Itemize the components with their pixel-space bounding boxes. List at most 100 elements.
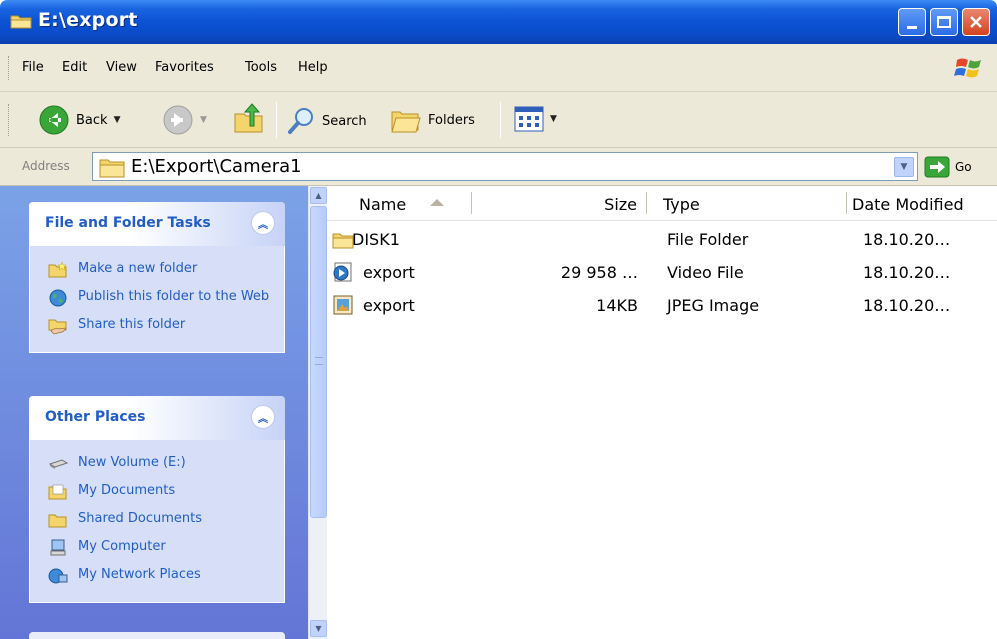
menu-tools[interactable]: Tools: [245, 60, 277, 75]
place-label: New Volume (E:): [78, 455, 186, 470]
file-name: export: [363, 263, 415, 282]
minimize-icon: [907, 25, 917, 29]
address-bar: Address E:\Export\Camera1 ▼ Go: [0, 148, 997, 186]
details-panel-edge: [29, 632, 285, 639]
place-label: Shared Documents: [78, 511, 203, 526]
file-row[interactable]: DISK1 File Folder 18.10.20…: [327, 223, 997, 257]
shared-folder-icon: [48, 514, 67, 528]
forward-dropdown-icon[interactable]: ▼: [200, 115, 207, 125]
address-value: E:\Export\Camera1: [131, 156, 302, 177]
window-title: E:\export: [38, 9, 138, 31]
folder-icon: [99, 159, 125, 178]
scroll-grip-icon: [315, 357, 323, 365]
task-make-new-folder[interactable]: Make a new folder: [30, 256, 284, 284]
menu-edit[interactable]: Edit: [62, 60, 87, 75]
chevron-up-icon: ▲: [315, 191, 322, 200]
file-size: 29 958 …: [560, 263, 638, 282]
back-dropdown-icon[interactable]: ▼: [114, 115, 121, 125]
file-name: DISK1: [352, 230, 400, 249]
column-header-type[interactable]: Type: [647, 186, 847, 221]
folder-icon: [332, 233, 354, 249]
task-pane: File and Folder Tasks ︽ Make a new folde…: [0, 186, 308, 639]
close-button[interactable]: [962, 8, 990, 36]
place-my-documents[interactable]: My Documents: [30, 478, 284, 506]
video-file-icon: [333, 262, 352, 282]
views-button[interactable]: ▼: [514, 106, 557, 132]
up-folder-button[interactable]: [232, 102, 266, 136]
minimize-button[interactable]: [898, 8, 926, 36]
menubar-grip[interactable]: [8, 56, 11, 80]
file-type: File Folder: [667, 230, 749, 249]
file-date: 18.10.20…: [863, 296, 951, 315]
toolbar-grip[interactable]: [8, 104, 11, 136]
file-folder-tasks-panel: File and Folder Tasks ︽ Make a new folde…: [29, 202, 285, 353]
go-arrow-icon: [924, 156, 950, 178]
folders-button[interactable]: Folders: [390, 106, 475, 134]
file-name: export: [363, 296, 415, 315]
forward-button[interactable]: ▼: [162, 104, 207, 136]
scroll-down-button[interactable]: ▼: [310, 620, 327, 637]
file-date: 18.10.20…: [863, 263, 951, 282]
forward-arrow-icon: [163, 105, 193, 135]
place-my-computer[interactable]: My Computer: [30, 534, 284, 562]
file-row[interactable]: export 14KB JPEG Image 18.10.20…: [327, 289, 997, 323]
menu-file[interactable]: File: [22, 60, 44, 75]
file-row[interactable]: export 29 958 … Video File 18.10.20…: [327, 256, 997, 290]
place-new-volume[interactable]: New Volume (E:): [30, 450, 284, 478]
panel-header[interactable]: File and Folder Tasks ︽: [29, 202, 285, 246]
back-label: Back: [76, 112, 108, 128]
back-button[interactable]: Back ▼: [38, 104, 120, 136]
search-label: Search: [322, 113, 367, 129]
other-places-panel: Other Places ︽ New Volume (E:) My Docume…: [29, 396, 285, 603]
views-icon: [514, 106, 544, 132]
views-dropdown-icon[interactable]: ▼: [550, 114, 557, 124]
collapse-button[interactable]: ︽: [251, 405, 275, 429]
network-places-icon: [48, 568, 68, 584]
sort-ascending-icon: [430, 199, 444, 206]
go-button[interactable]: Go: [924, 156, 972, 178]
place-label: My Documents: [78, 483, 176, 498]
standard-toolbar: Back ▼ ▼ Search Folders ▼: [0, 92, 997, 148]
panel-header[interactable]: Other Places ︽: [29, 396, 285, 440]
toolbar-separator: [500, 102, 501, 138]
place-label: My Computer: [78, 539, 166, 554]
address-dropdown-button[interactable]: ▼: [894, 157, 914, 177]
folder-icon: [10, 15, 32, 29]
drive-icon: [48, 459, 68, 469]
file-type: JPEG Image: [667, 296, 760, 315]
task-share-folder[interactable]: Share this folder: [30, 312, 284, 340]
task-publish-to-web[interactable]: Publish this folder to the Web: [30, 284, 284, 312]
address-field[interactable]: E:\Export\Camera1 ▼: [92, 152, 918, 181]
menu-help[interactable]: Help: [298, 60, 328, 75]
column-label: Type: [663, 195, 700, 214]
menu-favorites[interactable]: Favorites: [155, 60, 214, 75]
folders-icon: [391, 111, 421, 133]
scroll-thumb[interactable]: [310, 206, 327, 518]
my-computer-icon: [50, 539, 66, 556]
close-icon: [970, 16, 982, 28]
menu-view[interactable]: View: [106, 60, 137, 75]
task-label: Share this folder: [78, 317, 186, 332]
maximize-button[interactable]: [930, 8, 958, 36]
scroll-up-button[interactable]: ▲: [310, 187, 327, 204]
panel-title: Other Places: [45, 409, 146, 425]
column-header-date-modified[interactable]: Date Modified: [847, 186, 997, 221]
column-header-size[interactable]: Size: [472, 186, 647, 221]
address-label: Address: [22, 159, 70, 173]
task-label: Make a new folder: [78, 261, 198, 276]
folders-label: Folders: [428, 112, 475, 128]
maximize-icon: [937, 16, 951, 28]
title-bar[interactable]: E:\export: [0, 0, 997, 44]
panel-title: File and Folder Tasks: [45, 215, 211, 231]
go-label: Go: [955, 160, 972, 174]
back-arrow-icon: [39, 105, 69, 135]
collapse-button[interactable]: ︽: [251, 211, 275, 235]
file-date: 18.10.20…: [863, 230, 951, 249]
place-shared-documents[interactable]: Shared Documents: [30, 506, 284, 534]
place-my-network-places[interactable]: My Network Places: [30, 562, 284, 590]
file-size: 14KB: [596, 296, 638, 315]
chevron-down-icon: ▼: [315, 624, 322, 633]
toolbar-separator: [276, 102, 277, 138]
task-pane-scrollbar[interactable]: ▲ ▼: [308, 186, 327, 639]
search-button[interactable]: Search: [286, 106, 367, 136]
